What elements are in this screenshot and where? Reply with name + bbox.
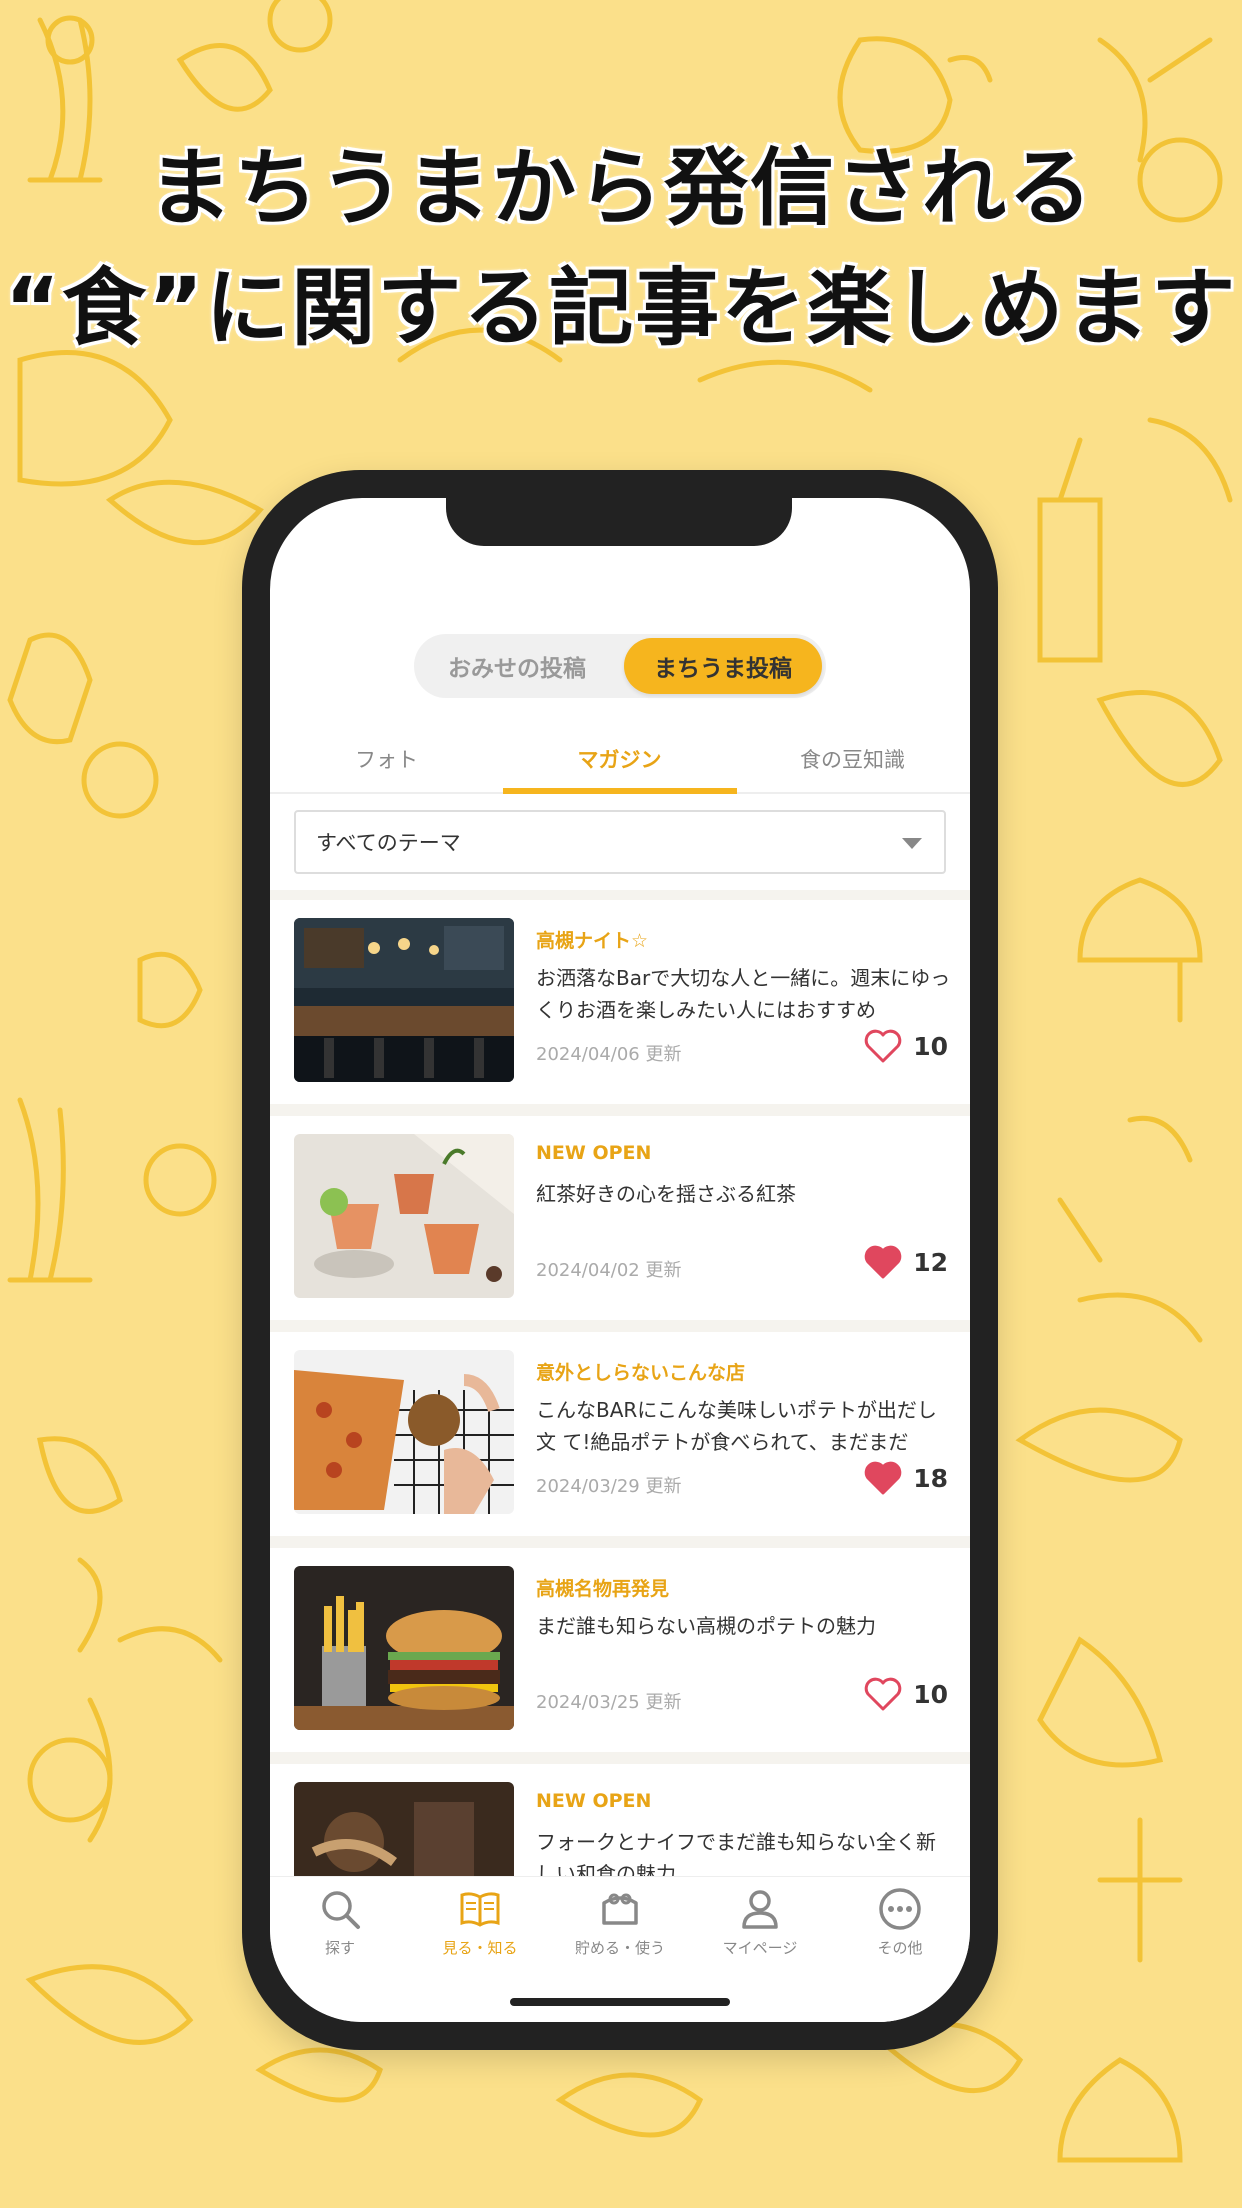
article-title: まだ誰も知らない高槻のポテトの魅力 — [536, 1614, 876, 1638]
tab-photo[interactable]: フォト — [270, 724, 503, 794]
tab-food-trivia[interactable]: 食の豆知識 — [736, 724, 969, 794]
theme-select[interactable]: すべてのテーマ — [294, 810, 946, 874]
theme-select-value: すべてのテーマ — [316, 831, 461, 855]
headline-line-2: “食”に関する記事を楽しめます — [4, 259, 1238, 357]
like-count: 10 — [913, 1031, 948, 1061]
like-count: 18 — [913, 1463, 948, 1493]
home-indicator — [510, 1998, 730, 2006]
like-count: 12 — [913, 1247, 948, 1277]
heart-filled-icon — [864, 1461, 902, 1495]
machiuma-posts-segment[interactable]: まちうま投稿 — [624, 638, 822, 694]
phone-notch — [446, 490, 792, 546]
article-thumbnail — [294, 1134, 514, 1298]
article-tag: 高槻名物再発見 — [536, 1578, 670, 1600]
article-title: こんなBARにこんな美味しいポテトが出だし文 て!絶品ポテトが食べられて、まだま… — [536, 1398, 937, 1454]
article-title: 紅茶好きの心を揺さぶる紅茶 — [536, 1182, 796, 1206]
article-title: お洒落なBarで大切な人と一緒に。週末にゆっくりお酒を楽しみたい人にはおすすめ — [536, 966, 951, 1022]
book-icon — [460, 1892, 500, 1927]
article-card[interactable]: 高槻名物再発見 まだ誰も知らない高槻のポテトの魅力 2024/03/25 更新 … — [270, 1548, 970, 1752]
article-title: フォークとナイフでまだ誰も知らない全く新しい和食の魅力 — [536, 1830, 936, 1876]
like-button[interactable]: 12 — [863, 1244, 948, 1280]
article-card[interactable]: 高槻ナイト☆ お洒落なBarで大切な人と一緒に。週末にゆっくりお酒を楽しみたい人… — [270, 900, 970, 1104]
more-icon — [879, 1888, 921, 1930]
like-button[interactable]: 10 — [863, 1676, 948, 1712]
shop-posts-segment[interactable]: おみせの投稿 — [418, 638, 616, 694]
article-tag: 高槻ナイト☆ — [536, 930, 649, 952]
like-button[interactable]: 10 — [863, 1028, 948, 1064]
nav-search[interactable]: 探す — [270, 1887, 410, 1958]
article-thumbnail — [294, 1782, 514, 1876]
article-card[interactable]: NEW OPEN 紅茶好きの心を揺さぶる紅茶 2024/04/02 更新 12 — [270, 1116, 970, 1320]
article-tag: NEW OPEN — [536, 1790, 652, 1812]
nav-more[interactable]: その他 — [830, 1887, 970, 1958]
article-date: 2024/03/25 更新 — [536, 1692, 682, 1713]
person-icon — [742, 1890, 778, 1929]
like-count: 10 — [913, 1679, 948, 1709]
tab-magazine[interactable]: マガジン — [503, 724, 736, 794]
article-thumbnail — [294, 918, 514, 1082]
content-tabs: フォト マガジン 食の豆知識 — [270, 724, 970, 794]
article-date: 2024/03/29 更新 — [536, 1476, 682, 1497]
nav-label: 貯める・使う — [574, 1939, 665, 1957]
article-date: 2024/04/02 更新 — [536, 1260, 682, 1281]
search-icon — [322, 1891, 360, 1929]
nav-save-use[interactable]: 貯める・使う — [550, 1887, 690, 1958]
article-list: 高槻ナイト☆ お洒落なBarで大切な人と一緒に。週末にゆっくりお酒を楽しみたい人… — [270, 890, 970, 1876]
nav-label: 見る・知る — [442, 1939, 518, 1957]
nav-mypage[interactable]: マイページ — [690, 1887, 830, 1958]
headline-line-1: まちうまから発信される — [147, 139, 1094, 237]
article-thumbnail — [294, 1350, 514, 1514]
article-card[interactable]: NEW OPEN フォークとナイフでまだ誰も知らない全く新しい和食の魅力 — [270, 1764, 970, 1876]
caret-down-icon — [902, 838, 922, 849]
like-button[interactable]: 18 — [863, 1460, 948, 1496]
article-thumbnail — [294, 1566, 514, 1730]
nav-label: 探す — [324, 1939, 355, 1957]
nav-label: その他 — [877, 1939, 923, 1957]
wallet-icon — [602, 1893, 638, 1925]
phone-screen: おみせの投稿 まちうま投稿 フォト マガジン 食の豆知識 すべてのテーマ 高槻ナ… — [270, 498, 970, 2022]
article-tag: 意外としらないこんな店 — [536, 1362, 746, 1384]
active-tab-indicator — [503, 788, 737, 794]
article-date: 2024/04/06 更新 — [536, 1044, 682, 1065]
post-source-toggle[interactable]: おみせの投稿 まちうま投稿 — [414, 634, 826, 698]
nav-view-learn[interactable]: 見る・知る — [410, 1887, 550, 1958]
headline: まちうまから発信される “食”に関する記事を楽しめます — [0, 128, 1242, 368]
nav-label: マイページ — [722, 1939, 798, 1957]
heart-outline-icon — [864, 1677, 902, 1711]
heart-filled-icon — [864, 1245, 902, 1279]
article-card[interactable]: 意外としらないこんな店 こんなBARにこんな美味しいポテトが出だし文 て!絶品ポ… — [270, 1332, 970, 1536]
article-tag: NEW OPEN — [536, 1142, 652, 1164]
heart-outline-icon — [864, 1029, 902, 1063]
